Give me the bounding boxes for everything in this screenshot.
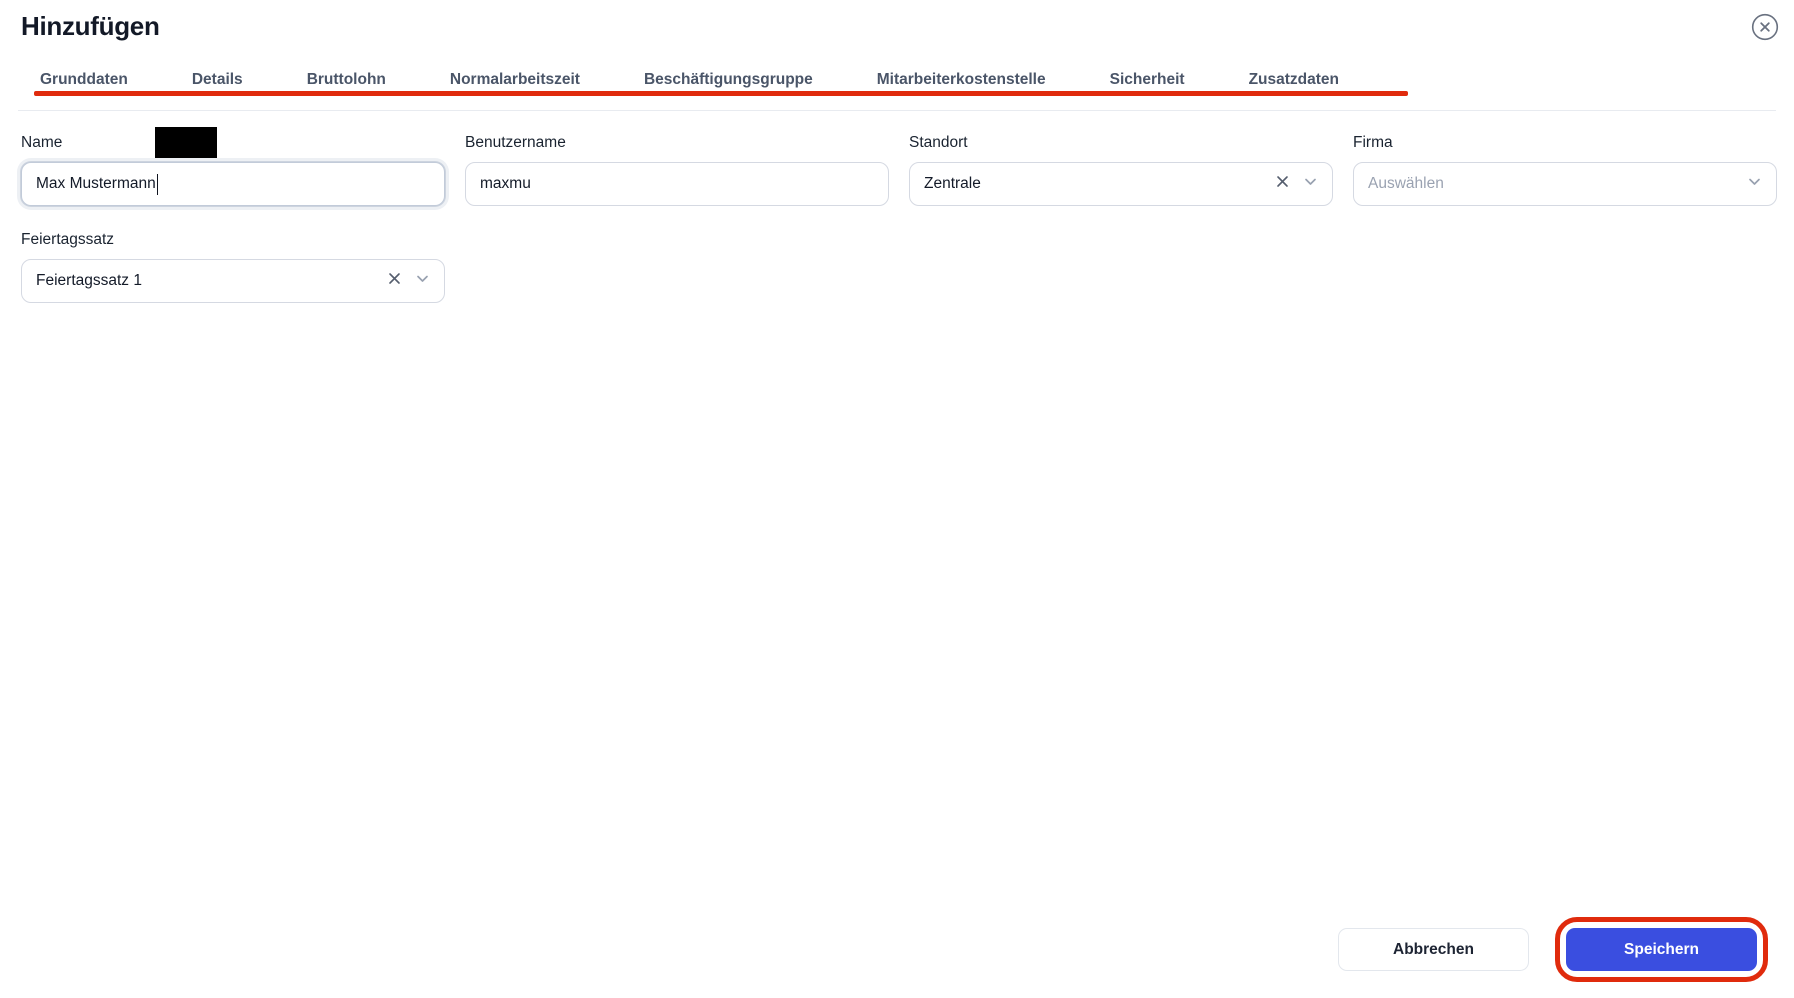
chevron-down-icon[interactable] — [415, 271, 430, 291]
page-title: Hinzufügen — [21, 11, 160, 41]
field-firma: Firma Auswählen — [1353, 133, 1777, 206]
standort-select[interactable]: Zentrale — [909, 162, 1333, 206]
firma-select[interactable]: Auswählen — [1353, 162, 1777, 206]
field-standort: Standort Zentrale — [909, 133, 1333, 206]
field-name: Name Max Mustermann — [21, 133, 445, 206]
tab-normalarbeitszeit[interactable]: Normalarbeitszeit — [450, 71, 580, 89]
annotation-red-underline — [34, 91, 1408, 96]
redaction-box — [155, 127, 217, 158]
chevron-down-icon[interactable] — [1747, 174, 1762, 194]
cancel-button[interactable]: Abbrechen — [1338, 928, 1529, 971]
footer-actions: Abbrechen Speichern — [1338, 917, 1768, 982]
standort-value: Zentrale — [924, 175, 981, 192]
tab-beschaeftigungsgruppe[interactable]: Beschäftigungsgruppe — [644, 71, 813, 89]
firma-label: Firma — [1353, 134, 1393, 151]
name-label: Name — [21, 134, 63, 151]
standort-label: Standort — [909, 134, 968, 151]
clear-x-icon[interactable] — [387, 271, 402, 291]
save-button[interactable]: Speichern — [1566, 928, 1757, 971]
feiertagssatz-label: Feiertagssatz — [21, 231, 115, 248]
benutzername-value: maxmu — [480, 175, 531, 192]
feiertagssatz-value: Feiertagssatz 1 — [36, 272, 142, 289]
add-employee-dialog: Hinzufügen Grunddaten Details Bruttolohn… — [0, 0, 1794, 998]
benutzername-label: Benutzername — [465, 134, 566, 151]
tab-bruttolohn[interactable]: Bruttolohn — [307, 71, 386, 89]
tab-sicherheit[interactable]: Sicherheit — [1110, 71, 1185, 89]
text-cursor — [156, 173, 159, 195]
field-feiertagssatz: Feiertagssatz Feiertagssatz 1 — [21, 230, 445, 303]
annotation-red-circle: Speichern — [1555, 917, 1768, 982]
circle-x-icon — [1751, 13, 1781, 41]
tab-details[interactable]: Details — [192, 71, 243, 89]
benutzername-input[interactable]: maxmu — [465, 162, 889, 206]
close-button[interactable] — [1751, 12, 1781, 42]
field-benutzername: Benutzername maxmu — [465, 133, 889, 206]
name-input[interactable]: Max Mustermann — [21, 162, 445, 206]
form: Name Max Mustermann Benutzername maxmu S… — [21, 133, 1777, 303]
chevron-down-icon[interactable] — [1303, 174, 1318, 194]
firma-placeholder: Auswählen — [1368, 175, 1444, 192]
feiertagssatz-select[interactable]: Feiertagssatz 1 — [21, 259, 445, 303]
tab-zusatzdaten[interactable]: Zusatzdaten — [1249, 71, 1339, 89]
tab-bar: Grunddaten Details Bruttolohn Normalarbe… — [0, 71, 1794, 89]
clear-x-icon[interactable] — [1275, 174, 1290, 194]
name-value: Max Mustermann — [36, 175, 156, 192]
tab-mitarbeiterkostenstelle[interactable]: Mitarbeiterkostenstelle — [877, 71, 1046, 89]
tab-grunddaten[interactable]: Grunddaten — [40, 71, 128, 89]
tabbar-divider — [18, 110, 1776, 111]
